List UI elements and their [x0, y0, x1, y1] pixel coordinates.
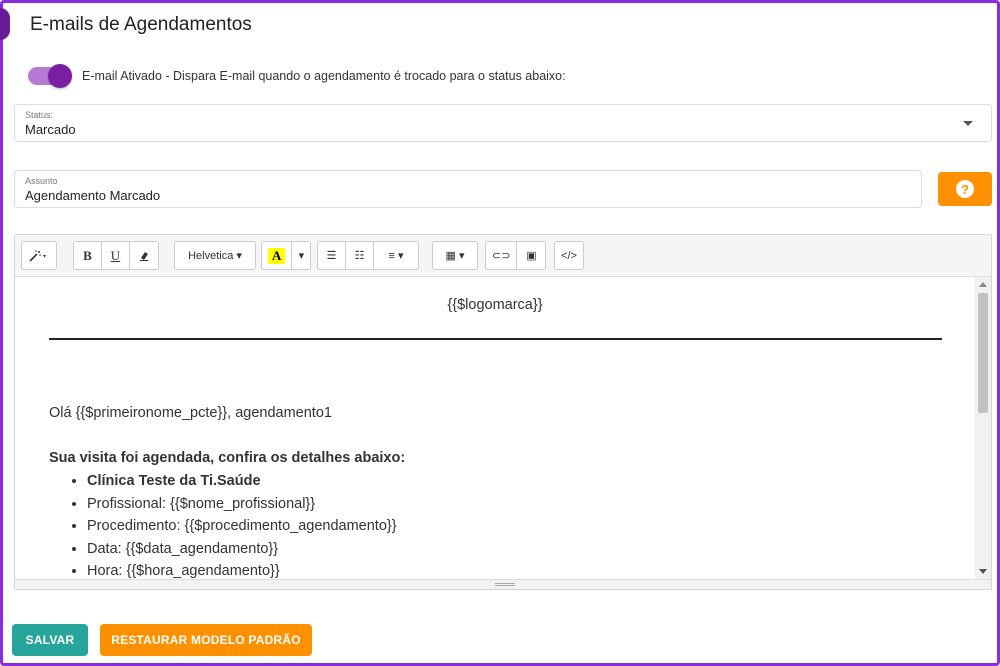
- header-accent: [0, 8, 10, 40]
- eraser-icon[interactable]: [130, 242, 158, 269]
- scroll-up-icon[interactable]: [979, 282, 987, 287]
- color-group: A ▾: [261, 241, 312, 270]
- email-active-toggle[interactable]: [28, 64, 72, 88]
- paragraph-group: ☰ ☷ ≡ ▾: [317, 241, 419, 270]
- highlight-color-button[interactable]: A: [262, 242, 293, 269]
- page-title: E-mails de Agendamentos: [30, 14, 252, 35]
- scrollbar-thumb[interactable]: [978, 293, 988, 413]
- font-name-dropdown[interactable]: Helvetica ▾: [175, 242, 255, 269]
- unordered-list-icon[interactable]: ☰: [318, 242, 346, 269]
- status-value: Marcado: [25, 122, 76, 137]
- ordered-list-icon[interactable]: ☷: [346, 242, 374, 269]
- image-icon[interactable]: ▣: [517, 242, 545, 269]
- insert-group: ⊂⊃ ▣: [485, 241, 547, 270]
- horizontal-rule: [49, 338, 942, 340]
- list-item: Procedimento: {{$procedimento_agendament…: [87, 515, 397, 538]
- subject-value: Agendamento Marcado: [25, 188, 161, 203]
- style-group: [21, 241, 57, 270]
- save-button[interactable]: SALVAR: [12, 624, 88, 656]
- underline-button[interactable]: U: [102, 242, 130, 269]
- details-list: Clínica Teste da Ti.Saúde Profissional: …: [87, 470, 397, 579]
- code-view-icon[interactable]: </>: [555, 242, 583, 269]
- subject-label: Assunto: [25, 176, 58, 186]
- color-dropdown-caret[interactable]: ▾: [292, 242, 310, 269]
- chevron-down-icon[interactable]: [963, 121, 973, 126]
- list-item: Hora: {{$hora_agendamento}}: [87, 560, 397, 579]
- logo-placeholder: {{$logomarca}}: [447, 297, 543, 313]
- greeting-text: Olá {{$primeironome_pcte}}, agendamento1: [49, 405, 332, 421]
- help-button[interactable]: ?: [938, 172, 992, 206]
- status-select[interactable]: Status: Marcado: [14, 104, 992, 142]
- editor-content[interactable]: {{$logomarca}} Olá {{$primeironome_pcte}…: [15, 277, 975, 579]
- highlight-icon: A: [268, 247, 286, 264]
- format-group: B U: [73, 241, 159, 270]
- table-icon[interactable]: ▦ ▾: [433, 242, 477, 269]
- code-group: </>: [554, 241, 584, 270]
- bold-button[interactable]: B: [74, 242, 102, 269]
- list-item: Clínica Teste da Ti.Saúde: [87, 470, 397, 493]
- table-group: ▦ ▾: [432, 241, 478, 270]
- editor-toolbar: B U Helvetica ▾ A ▾ ☰ ☷ ≡ ▾ ▦ ▾ ⊂⊃ ▣ </>: [15, 235, 991, 277]
- restore-default-button[interactable]: RESTAURAR MODELO PADRÃO: [100, 624, 312, 656]
- magic-wand-icon[interactable]: [22, 242, 56, 269]
- question-circle-icon: ?: [956, 180, 974, 198]
- status-label: Status:: [25, 110, 54, 120]
- toggle-knob[interactable]: [48, 64, 72, 88]
- link-icon[interactable]: ⊂⊃: [486, 242, 518, 269]
- list-item: Profissional: {{$nome_profissional}}: [87, 493, 397, 516]
- email-body-editor[interactable]: B U Helvetica ▾ A ▾ ☰ ☷ ≡ ▾ ▦ ▾ ⊂⊃ ▣ </>: [14, 234, 992, 590]
- align-dropdown[interactable]: ≡ ▾: [374, 242, 418, 269]
- grip-icon: [495, 583, 515, 586]
- visit-title: Sua visita foi agendada, confira os deta…: [49, 450, 406, 466]
- editor-scrollbar[interactable]: [975, 277, 991, 579]
- email-active-row: E-mail Ativado - Dispara E-mail quando o…: [28, 64, 566, 88]
- list-item: Data: {{$data_agendamento}}: [87, 538, 397, 561]
- email-active-label: E-mail Ativado - Dispara E-mail quando o…: [82, 69, 566, 83]
- editor-resize-handle[interactable]: [15, 579, 991, 589]
- scroll-down-icon[interactable]: [979, 569, 987, 574]
- subject-input[interactable]: Assunto Agendamento Marcado: [14, 170, 922, 208]
- font-group: Helvetica ▾: [174, 241, 256, 270]
